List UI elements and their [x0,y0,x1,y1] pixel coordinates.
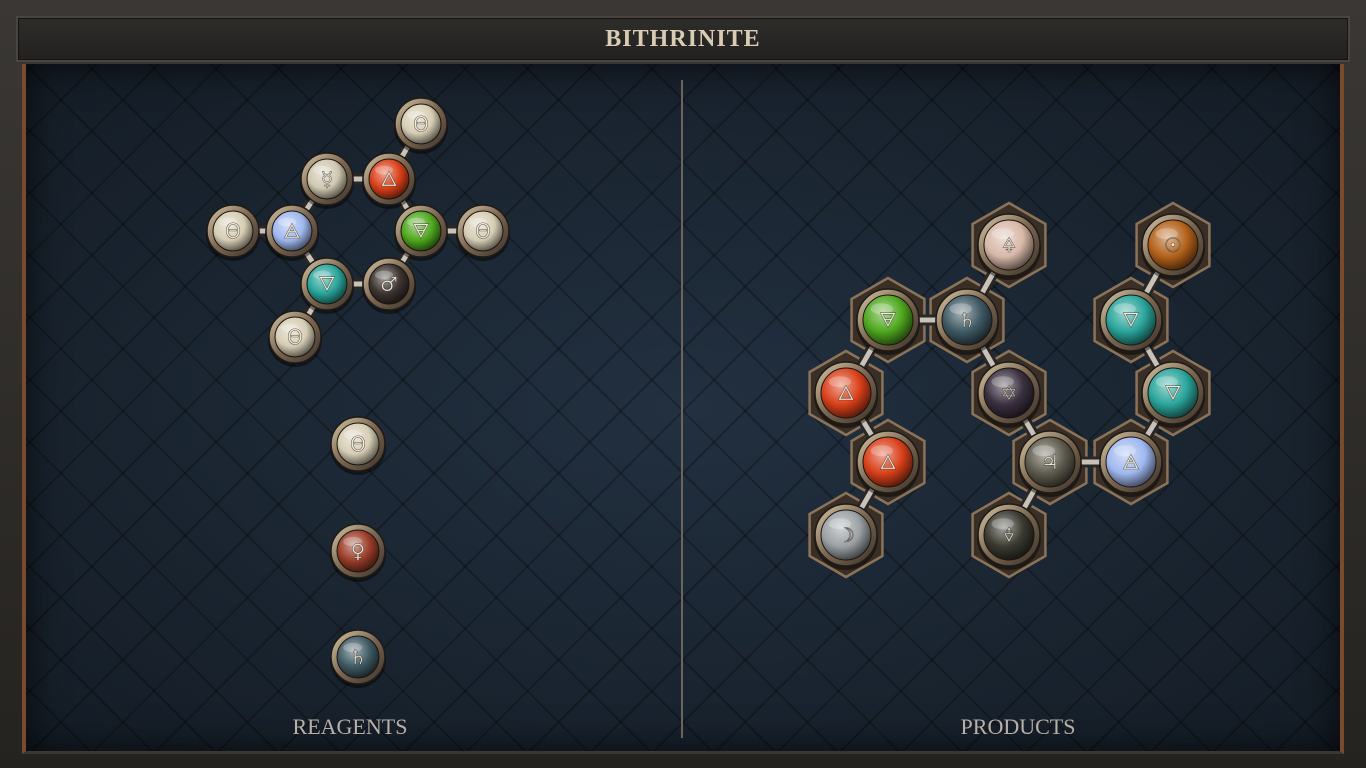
product-atom-mors: 🜞 [977,503,1041,570]
atom-glyph: Θ [413,112,429,136]
atom-glyph: 🜄 [318,272,335,296]
atom-glyph: 🜁 [1122,450,1139,474]
atom-glyph: 🜃 [412,219,429,243]
atom-glyph: 🜂 [380,167,397,191]
atom-glyph: ☽ [837,523,855,547]
atom-glyph: 🜞 [1003,523,1015,547]
reagent-atom-earth: 🜃 [394,204,448,261]
product-atom-tin: ♃ [1018,430,1082,497]
reagent-single-copper: ♀ [330,523,386,582]
atom-glyph: 🜂 [837,381,854,405]
product-atom-vitae: 🜍 [977,213,1041,280]
atom-glyph: ♂ [380,272,398,296]
product-atom-fire: 🜂 [814,361,878,428]
reagent-atom-iron: ♂ [362,257,416,314]
atom-glyph: 🜂 [879,450,896,474]
atom-glyph: ♀ [351,539,366,563]
molecule-canvas: Θ ☿ 🜂 🜁 🜃 Θ Θ 🜄 ♂ Θ Θ ♀ ♄ 🜍 ☉ 🜃 ♄ 🜄 🜂 ✡ 🜄 🜂 ♃ 🜁 ☽ 🜞 [206,97,1211,688]
product-atom-quintessence: ✡ [977,361,1041,428]
atom-glyph: 🜃 [879,308,896,332]
reagent-atom-water: 🜄 [300,257,354,314]
atom-glyph: ✡ [1001,381,1018,405]
product-atom-water: 🜄 [1099,288,1163,355]
reagent-single-atoms[interactable]: Θ ♀ ♄ [330,416,386,688]
atom-glyph: 🜁 [283,219,300,243]
atom-glyph: ♄ [349,645,367,669]
reagent-atom-salt: Θ [456,204,510,261]
atom-glyph: ☉ [1164,233,1182,257]
product-atom-fire: 🜂 [856,430,920,497]
atom-glyph: Θ [287,325,303,349]
product-atom-lead: ♄ [935,288,999,355]
atom-glyph: 🜄 [1122,308,1139,332]
atom-glyph: 🜄 [1164,381,1181,405]
reagent-atom-salt: Θ [268,310,322,367]
atom-glyph: ☿ [321,167,333,191]
reagent-single-lead: ♄ [330,629,386,688]
reagent-single-salt: Θ [330,416,386,475]
atom-glyph: 🜍 [1002,233,1016,257]
reagent-atom-salt: Θ [394,97,448,154]
product-atom-gold: ☉ [1141,213,1205,280]
atom-glyph: Θ [225,219,241,243]
reagent-atom-quicksilver: ☿ [300,152,354,209]
atom-glyph: Θ [475,219,491,243]
products-label: PRODUCTS [960,714,1076,739]
reagent-atom-fire: 🜂 [362,152,416,209]
atom-glyph: ♃ [1041,450,1059,474]
reagent-atom-salt: Θ [206,204,260,261]
reagents-label: REAGENTS [292,714,408,739]
product-atom-water: 🜄 [1141,361,1205,428]
product-atom-earth: 🜃 [856,288,920,355]
product-atom-air: 🜁 [1099,430,1163,497]
product-atom-silver: ☽ [814,503,878,570]
atom-glyph: ♄ [958,308,976,332]
reagent-atom-air: 🜁 [265,204,319,261]
atom-glyph: Θ [350,432,366,456]
reagent-molecule[interactable]: Θ ☿ 🜂 🜁 🜃 Θ Θ 🜄 ♂ Θ [206,97,510,367]
